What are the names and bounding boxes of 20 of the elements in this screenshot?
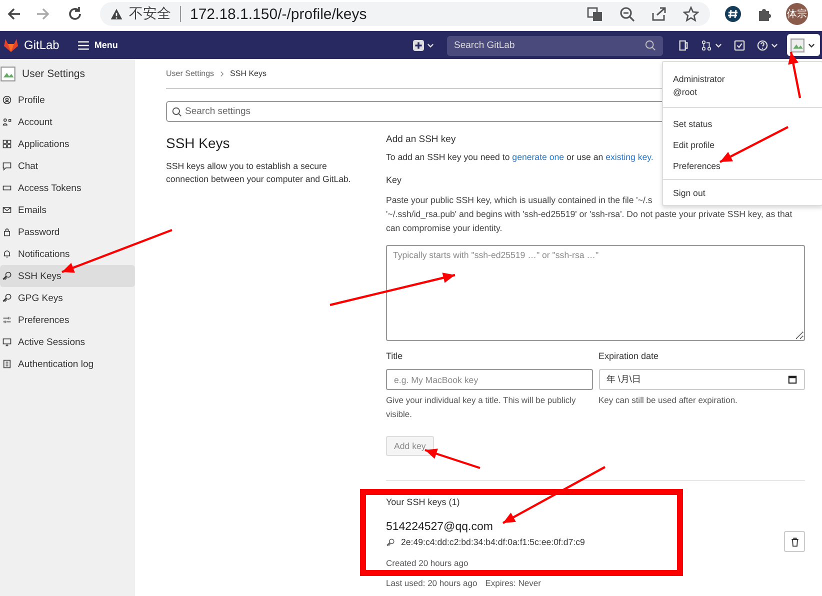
user-handle: @root <box>673 86 698 99</box>
section-title: SSH Keys <box>166 135 231 151</box>
section-description: SSH keys allow you to establish a secure connection between your computer and GitLab. <box>166 160 352 186</box>
security-label: 不安全 <box>129 5 171 23</box>
sidebar-title: User Settings <box>22 68 86 80</box>
keys-heading: Your SSH keys (1) <box>386 497 461 507</box>
breadcrumb-current: SSH Keys <box>230 69 266 78</box>
title-label: Title <box>386 351 404 361</box>
key-fingerprint: 2e:49:c4:dd:c2:bd:34:b4:df:0a:f1:5c:ee:0f:d7:c9 <box>401 537 585 547</box>
last-used-text: Last used: 20 hours ago <box>386 578 478 588</box>
title-help-text: Give your individual key a title. This will be publicly visible. <box>386 394 577 421</box>
key-help-text: '~/.ssh/id_rsa.pub' and begins with 'ssh-ed25519' or 'ssh-rsa'. Do not paste your private SSH key, as that can compromise your identity. <box>386 208 794 235</box>
expires-text: Expires: Never <box>485 578 541 588</box>
expiration-help-text: Key can still be used after expiration. <box>598 394 738 407</box>
created-text: Created 20 hours ago <box>386 558 470 568</box>
user-name: Administrator <box>673 73 726 86</box>
key-label: Key <box>386 175 403 185</box>
key-help-text: Paste your public SSH key, which is usually contained in the file '~/.s <box>386 194 652 207</box>
url-text: 172.18.1.150/-/profile/keys <box>190 6 367 22</box>
expiration-label: Expiration date <box>598 351 660 361</box>
